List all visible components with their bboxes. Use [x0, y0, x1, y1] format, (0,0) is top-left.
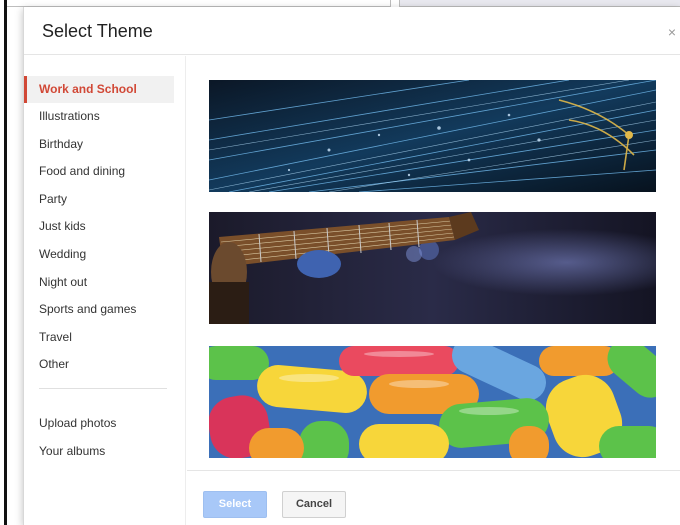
sidebar-item-travel[interactable]: Travel [24, 324, 174, 351]
sidebar-item-sports-and-games[interactable]: Sports and games [24, 296, 174, 323]
fiber-optics-image [209, 80, 656, 192]
dialog-title: Select Theme [42, 21, 153, 41]
theme-thumbnail-candy[interactable] [209, 346, 656, 458]
sidebar-divider [39, 388, 167, 389]
sidebar-item-work-and-school[interactable]: Work and School [24, 76, 174, 103]
dialog-footer: Select Cancel [187, 470, 680, 525]
sidebar-item-other[interactable]: Other [24, 351, 174, 378]
sidebar-item-illustrations[interactable]: Illustrations [24, 103, 174, 130]
select-theme-dialog: Select Theme × Work and School Illustrat… [23, 7, 680, 525]
cancel-button[interactable]: Cancel [282, 491, 346, 518]
sidebar-item-just-kids[interactable]: Just kids [24, 213, 174, 240]
select-button[interactable]: Select [203, 491, 267, 518]
sidebar-item-your-albums[interactable]: Your albums [24, 438, 174, 465]
theme-thumbnail-fiber-optics[interactable] [209, 80, 656, 192]
candy-image [209, 346, 656, 458]
theme-gallery [187, 56, 680, 469]
sidebar-item-night-out[interactable]: Night out [24, 269, 174, 296]
sidebar-item-wedding[interactable]: Wedding [24, 241, 174, 268]
sidebar-item-party[interactable]: Party [24, 186, 174, 213]
sidebar-item-food-and-dining[interactable]: Food and dining [24, 158, 174, 185]
dialog-header: Select Theme × [24, 7, 680, 55]
sidebar-item-birthday[interactable]: Birthday [24, 131, 174, 158]
background-page-edge [0, 0, 7, 525]
background-page-strip [7, 0, 680, 7]
category-sidebar: Work and School Illustrations Birthday F… [24, 56, 186, 525]
theme-thumbnail-guitar[interactable] [209, 212, 656, 324]
close-icon[interactable]: × [665, 25, 679, 39]
guitar-image [209, 212, 656, 324]
sidebar-item-upload-photos[interactable]: Upload photos [24, 410, 174, 437]
